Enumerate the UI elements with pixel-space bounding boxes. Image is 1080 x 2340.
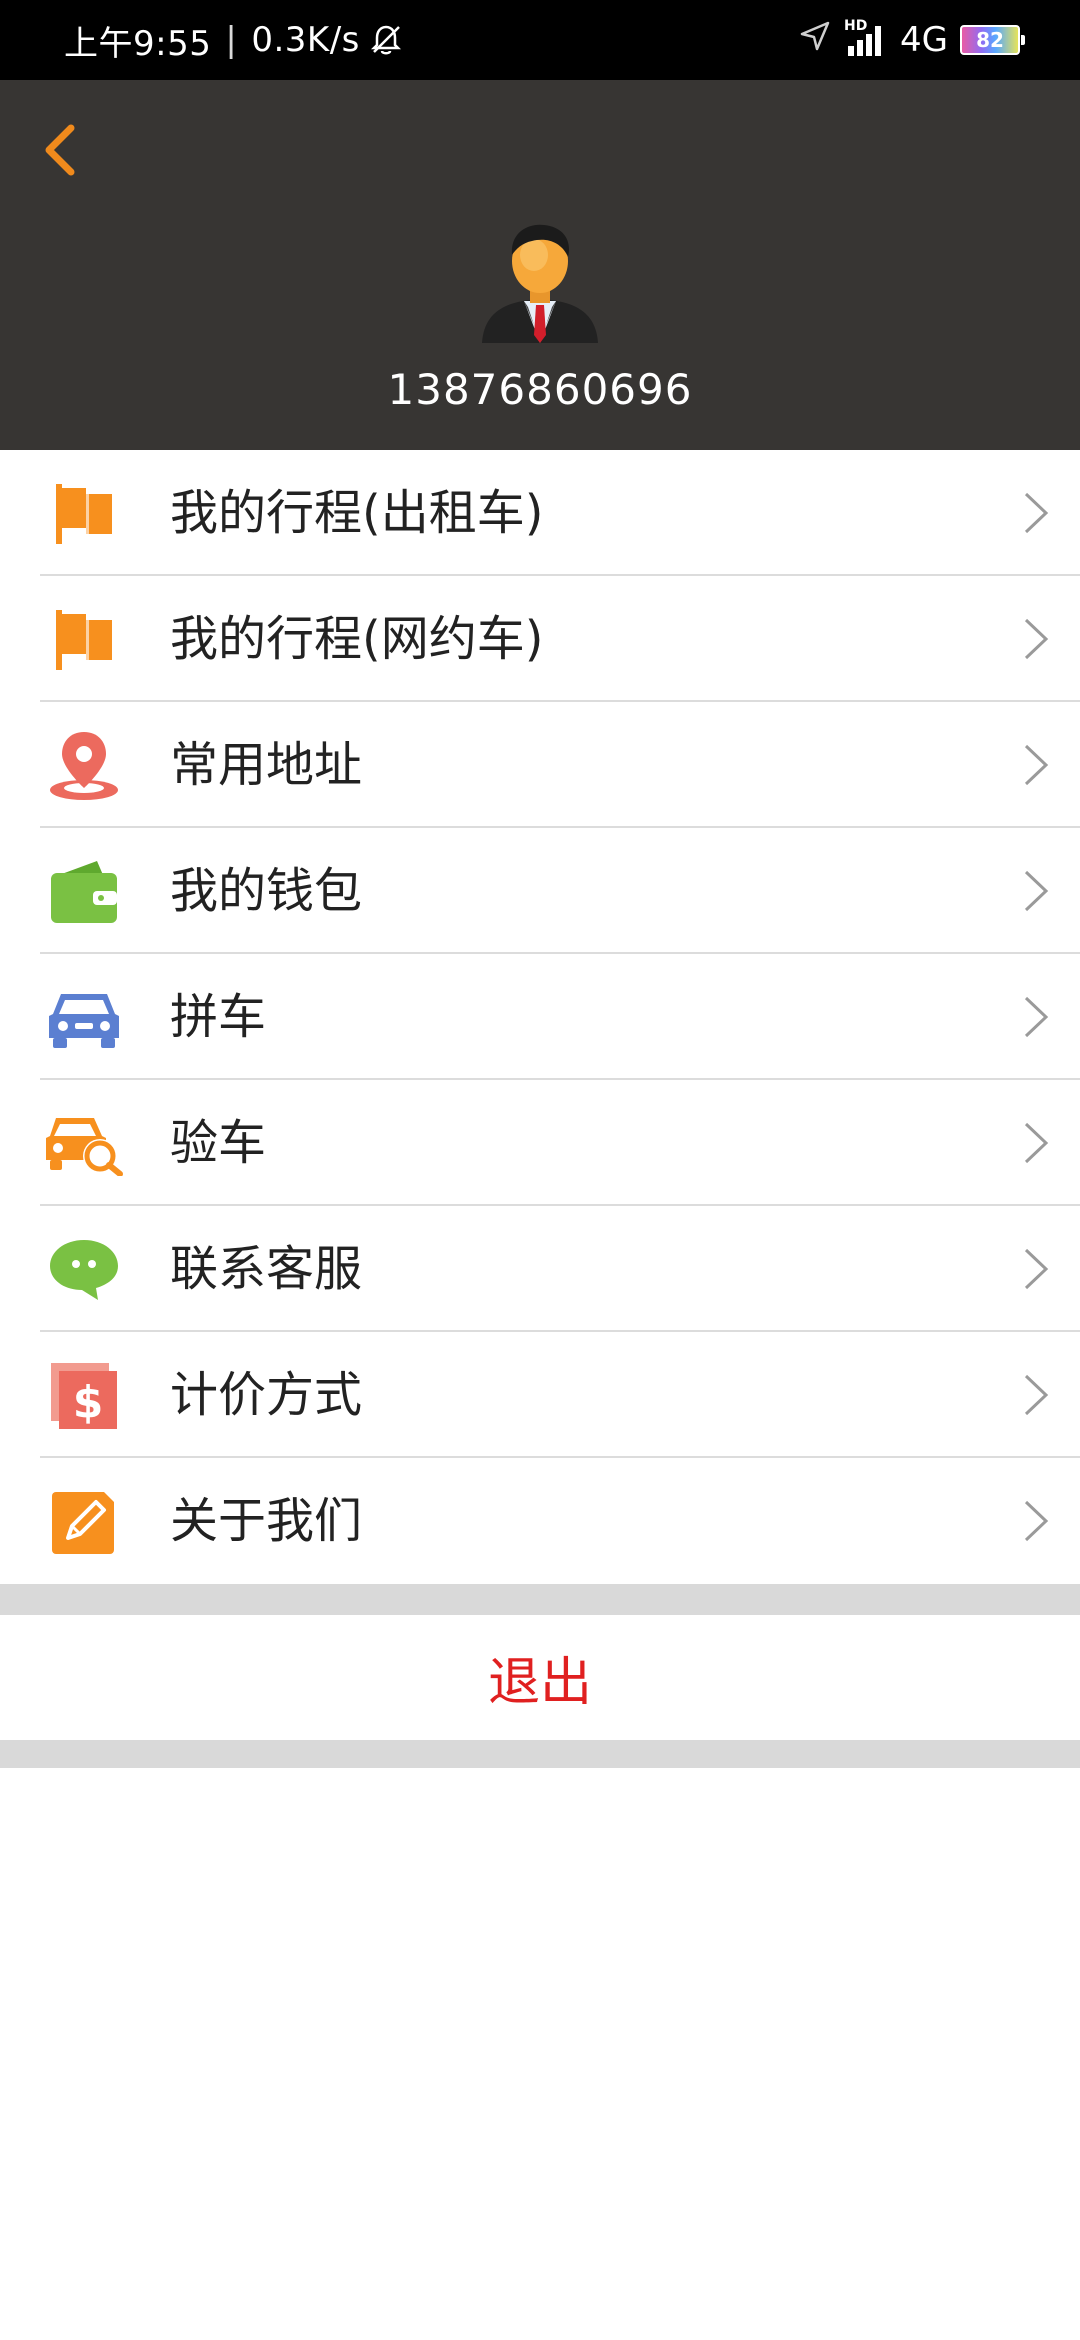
- status-right: HD 4G 82: [798, 0, 1025, 80]
- network-speed: 0.3K/s: [251, 20, 360, 60]
- menu-item-about-us[interactable]: 关于我们: [0, 1458, 1080, 1584]
- section-divider-top: [0, 1584, 1080, 1615]
- chevron-left-icon: [45, 124, 75, 176]
- phone-number: 13876860696: [387, 365, 693, 414]
- chevron-right-icon: [1024, 744, 1049, 786]
- menu-item-label: 我的行程(网约车): [170, 611, 544, 667]
- menu-list: 我的行程(出租车) 我的行程(网约车) 常用地址 我的钱包 拼车 验车 联系客服…: [0, 450, 1080, 1584]
- car-inspect-icon: [44, 1108, 124, 1180]
- logout-button[interactable]: 退出: [0, 1615, 1080, 1740]
- menu-item-customer-service[interactable]: 联系客服: [0, 1206, 1080, 1332]
- back-button[interactable]: [24, 110, 94, 190]
- profile-header: 13876860696: [0, 80, 1080, 450]
- chevron-right-icon: [1024, 618, 1049, 660]
- flag-icon: [44, 604, 124, 676]
- chat-bubble-icon: [44, 1234, 124, 1306]
- location-pin-icon: [44, 730, 124, 802]
- network-type: 4G: [900, 20, 948, 60]
- avatar[interactable]: [474, 215, 606, 347]
- section-divider-bottom: [0, 1740, 1080, 1768]
- chevron-right-icon: [1024, 492, 1049, 534]
- menu-item-label: 验车: [170, 1115, 267, 1171]
- battery-icon: 82: [960, 25, 1025, 55]
- menu-item-label: 我的行程(出租车): [170, 485, 544, 541]
- menu-item-wallet[interactable]: 我的钱包: [0, 828, 1080, 954]
- svg-text:$: $: [73, 1377, 104, 1428]
- menu-item-label: 联系客服: [170, 1241, 363, 1297]
- menu-item-label: 拼车: [170, 989, 267, 1045]
- dollar-icon: $: [44, 1360, 124, 1432]
- wallet-icon: [44, 856, 124, 928]
- screen: 上午9:55 | 0.3K/s HD 4G 82 13876860696 我的行…: [0, 0, 1080, 2340]
- chevron-right-icon: [1024, 1122, 1049, 1164]
- menu-item-label: 常用地址: [170, 737, 363, 793]
- menu-item-label: 关于我们: [170, 1493, 363, 1549]
- menu-item-ride-hailing-trips[interactable]: 我的行程(网约车): [0, 576, 1080, 702]
- menu-item-label: 计价方式: [170, 1367, 363, 1423]
- location-arrow-icon: [798, 19, 832, 62]
- chevron-right-icon: [1024, 1374, 1049, 1416]
- menu-item-vehicle-inspection[interactable]: 验车: [0, 1080, 1080, 1206]
- status-bar: 上午9:55 | 0.3K/s HD 4G 82: [0, 0, 1080, 80]
- menu-item-pricing[interactable]: $ 计价方式: [0, 1332, 1080, 1458]
- menu-item-carpool[interactable]: 拼车: [0, 954, 1080, 1080]
- chevron-right-icon: [1024, 870, 1049, 912]
- car-icon: [44, 982, 124, 1054]
- edit-icon: [44, 1486, 124, 1558]
- chevron-right-icon: [1024, 996, 1049, 1038]
- status-separator: |: [225, 20, 238, 60]
- menu-item-taxi-trips[interactable]: 我的行程(出租车): [0, 450, 1080, 576]
- menu-item-frequent-addresses[interactable]: 常用地址: [0, 702, 1080, 828]
- status-left: 上午9:55 | 0.3K/s: [64, 0, 404, 80]
- signal-icon: HD: [844, 18, 888, 58]
- flag-icon: [44, 478, 124, 550]
- menu-item-label: 我的钱包: [170, 863, 363, 919]
- battery-level: 82: [976, 28, 1004, 52]
- silent-bell-icon: [368, 22, 404, 58]
- status-time: 上午9:55: [64, 23, 212, 64]
- chevron-right-icon: [1024, 1500, 1049, 1542]
- chevron-right-icon: [1024, 1248, 1049, 1290]
